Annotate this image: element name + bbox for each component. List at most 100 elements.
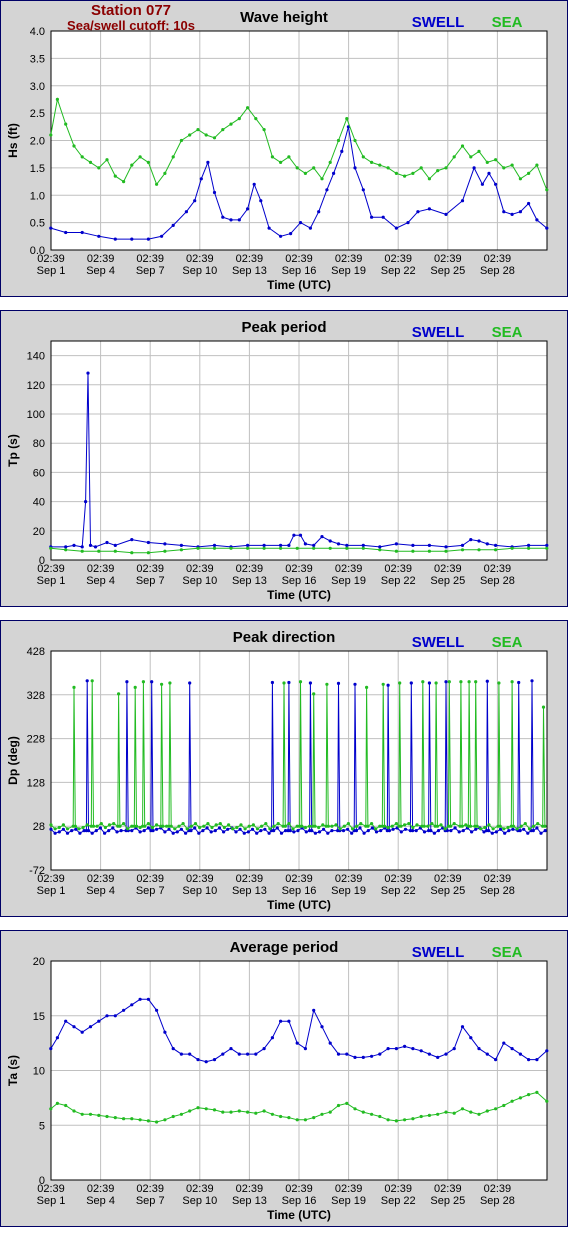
data-point-swell: [330, 829, 334, 833]
data-point-sea: [510, 1099, 514, 1103]
x-tick-time: 02:39: [335, 873, 363, 885]
data-point-sea: [229, 546, 233, 550]
data-point-swell: [184, 831, 188, 835]
data-point-sea: [130, 163, 134, 167]
data-point-sea: [64, 122, 68, 126]
data-point-sea: [545, 546, 549, 550]
data-point-sea: [370, 822, 374, 826]
y-tick-label: 1.0: [30, 190, 45, 202]
data-point-swell: [461, 829, 465, 833]
x-tick-date: Sep 4: [86, 575, 115, 587]
x-tick-date: Sep 10: [182, 1195, 217, 1207]
data-point-sea: [179, 1112, 183, 1116]
data-point-sea: [155, 823, 159, 827]
data-point-swell: [374, 830, 379, 834]
data-point-swell: [527, 1058, 531, 1062]
data-point-swell: [361, 1055, 365, 1059]
data-point-swell: [460, 543, 465, 547]
data-point-sea: [403, 174, 407, 178]
data-point-swell: [64, 1019, 68, 1023]
data-point-sea: [279, 546, 283, 550]
data-point-sea: [394, 171, 398, 175]
data-point-swell: [510, 1047, 514, 1051]
data-point-sea: [196, 1106, 200, 1110]
data-point-sea: [237, 1109, 241, 1113]
data-point-swell: [386, 683, 390, 687]
data-point-swell: [545, 543, 549, 547]
data-point-sea: [485, 160, 489, 164]
data-point-swell: [353, 1055, 357, 1059]
data-point-sea: [403, 823, 407, 827]
data-point-swell: [130, 237, 134, 241]
data-point-sea: [295, 546, 299, 550]
x-tick-date: Sep 19: [331, 885, 366, 897]
x-tick-date: Sep 10: [182, 265, 217, 277]
data-point-swell: [353, 166, 357, 170]
data-point-sea: [57, 825, 61, 830]
data-point-sea: [138, 1118, 142, 1122]
data-point-swell: [345, 543, 349, 547]
data-point-sea: [97, 166, 101, 170]
y-tick-label: 4.0: [30, 26, 45, 38]
x-tick-time: 02:39: [285, 563, 313, 575]
data-point-swell: [189, 829, 193, 833]
data-point-sea: [105, 1114, 109, 1119]
data-point-sea: [268, 827, 272, 831]
data-point-swell: [340, 149, 344, 153]
data-point-swell: [53, 831, 57, 835]
data-point-sea: [494, 548, 498, 552]
data-point-sea: [328, 1110, 332, 1114]
data-point-sea: [386, 1118, 390, 1122]
data-point-sea: [65, 827, 70, 831]
data-point-swell: [64, 230, 68, 235]
y-axis-label: Ta (s): [6, 1055, 20, 1086]
data-point-swell: [84, 500, 88, 504]
data-point-sea: [328, 160, 332, 164]
data-point-swell: [436, 829, 441, 833]
data-point-swell: [470, 830, 474, 834]
x-tick-time: 02:39: [236, 563, 264, 575]
y-tick-label: 15: [33, 1011, 45, 1023]
data-point-sea: [518, 177, 523, 181]
data-point-swell: [74, 827, 78, 831]
data-point-swell: [304, 830, 308, 834]
data-point-swell: [222, 830, 226, 834]
data-point-sea: [303, 171, 307, 175]
x-tick-date: Sep 16: [282, 265, 317, 277]
x-tick-time: 02:39: [484, 873, 512, 885]
data-point-sea: [407, 822, 411, 826]
data-point-sea: [345, 1101, 349, 1105]
data-point-sea: [483, 825, 487, 830]
data-point-swell: [394, 542, 398, 546]
y-tick-label: 2.5: [30, 108, 45, 120]
data-point-sea: [515, 827, 519, 831]
data-point-sea: [80, 155, 84, 159]
data-point-sea: [80, 1112, 84, 1116]
data-point-sea: [72, 685, 76, 689]
legend-sea: SEA: [492, 634, 523, 651]
data-point-swell: [444, 212, 448, 216]
data-point-swell: [507, 829, 511, 833]
y-tick-label: 40: [33, 497, 45, 509]
data-point-swell: [362, 831, 366, 835]
data-point-sea: [355, 824, 359, 828]
x-tick-date: Sep 10: [182, 575, 217, 587]
legend-sea: SEA: [492, 14, 523, 31]
data-point-sea: [262, 1109, 266, 1113]
data-point-swell: [115, 830, 119, 834]
data-point-swell: [366, 829, 370, 833]
data-point-swell: [80, 230, 84, 235]
data-point-sea: [122, 180, 126, 184]
data-point-sea: [487, 823, 491, 827]
x-tick-date: Sep 22: [381, 885, 416, 897]
data-point-sea: [336, 1103, 341, 1108]
data-point-sea: [72, 144, 76, 148]
data-point-sea: [283, 824, 287, 828]
data-point-sea: [477, 1112, 481, 1116]
data-point-swell: [322, 827, 326, 831]
data-point-sea: [468, 824, 473, 828]
data-point-sea: [270, 1112, 274, 1116]
data-point-swell: [361, 543, 365, 547]
x-tick-time: 02:39: [335, 253, 363, 265]
data-point-swell: [444, 545, 448, 549]
